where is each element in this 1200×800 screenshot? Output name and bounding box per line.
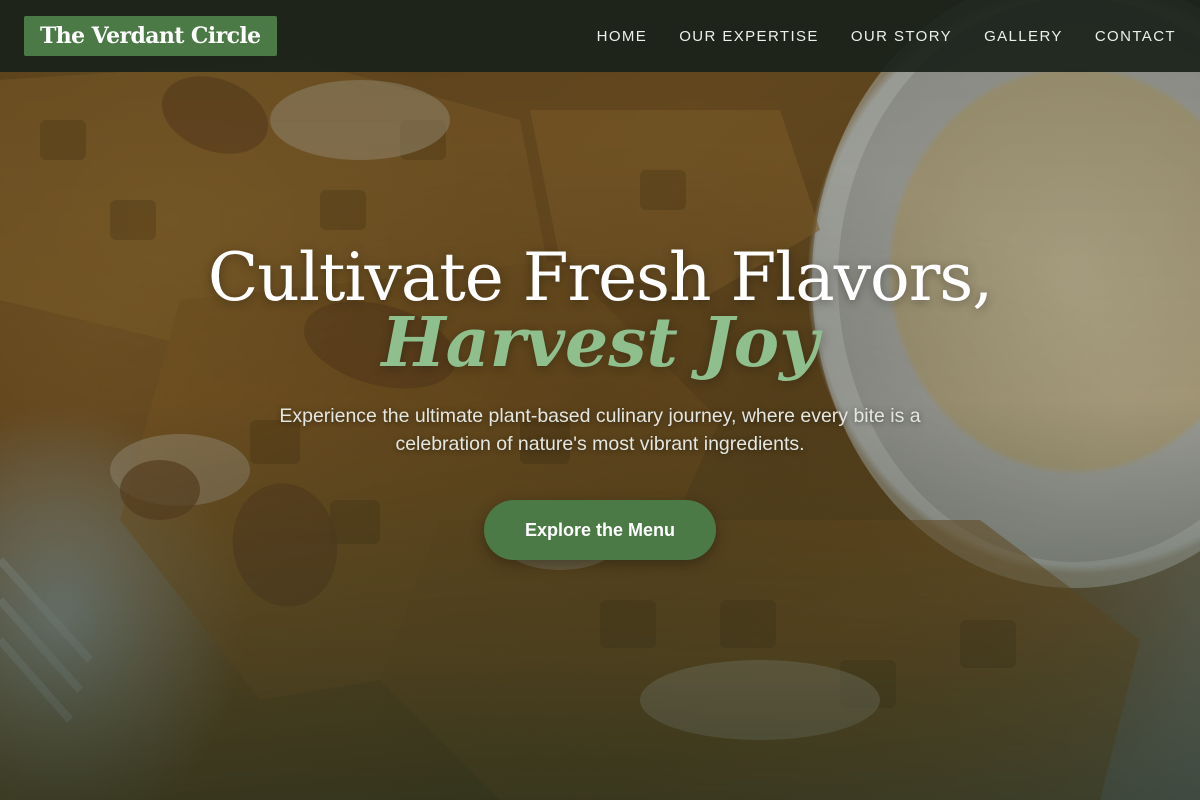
hero-headline: Cultivate Fresh Flavors, Harvest Joy [0, 236, 1200, 383]
hero-headline-line-2: Harvest Joy [381, 303, 819, 383]
nav-link-contact[interactable]: CONTACT [1095, 28, 1176, 45]
nav-links: HOME OUR EXPERTISE OUR STORY GALLERY CON… [597, 28, 1176, 45]
nav-link-our-expertise[interactable]: OUR EXPERTISE [679, 28, 819, 45]
brand-logo[interactable]: The Verdant Circle [24, 16, 277, 56]
top-navbar: The Verdant Circle HOME OUR EXPERTISE OU… [0, 0, 1200, 72]
explore-menu-button[interactable]: Explore the Menu [484, 500, 716, 560]
hero-description: Experience the ultimate plant-based culi… [279, 405, 921, 455]
nav-link-home[interactable]: HOME [597, 28, 648, 45]
nav-link-our-story[interactable]: OUR STORY [851, 28, 952, 45]
nav-link-gallery[interactable]: GALLERY [984, 28, 1063, 45]
hero-section: Cultivate Fresh Flavors, Harvest Joy Exp… [0, 236, 1200, 560]
